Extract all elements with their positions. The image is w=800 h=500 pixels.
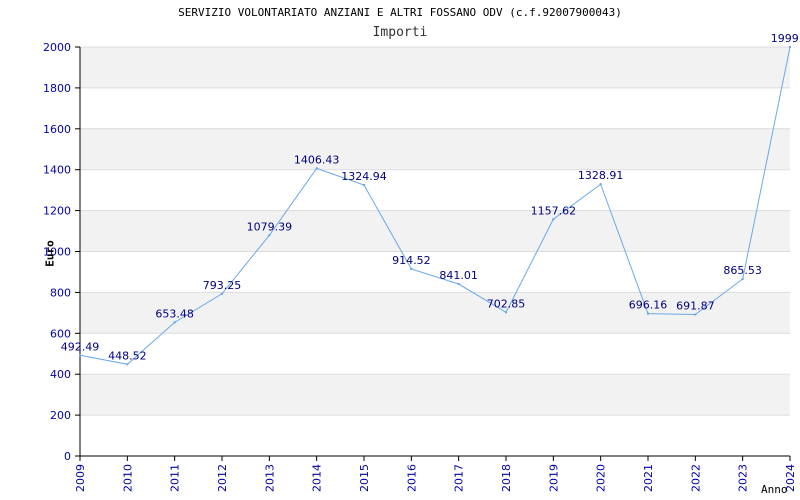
data-point [362,183,366,187]
data-point [315,167,318,170]
data-label: 1999.7 [771,32,800,45]
data-label: 1406.43 [294,153,340,166]
x-tick-label: 2015 [358,464,371,492]
data-point [126,363,129,366]
plot-band [80,210,790,252]
y-tick-label: 0 [64,450,71,463]
data-label: 1328.91 [578,169,624,182]
data-label: 1079.39 [247,220,293,233]
data-label: 492.49 [61,340,100,353]
y-tick-label: 1400 [43,164,71,177]
data-point [646,312,650,315]
x-tick-label: 2022 [689,464,702,492]
line-chart: 0200400600800100012001400160018002000 20… [43,32,800,492]
data-point [599,183,602,186]
x-tick-label: 2016 [405,464,418,492]
x-tick-label: 2009 [74,464,87,492]
x-tick-label: 2023 [737,464,750,492]
y-tick-label: 1600 [43,123,71,136]
y-tick-label: 400 [50,368,71,381]
y-tick-label: 800 [50,286,71,299]
data-point [78,354,82,357]
y-tick-label: 600 [50,327,71,340]
plot-bands [80,47,790,416]
data-point [268,234,271,237]
x-tick-label: 2017 [453,464,466,492]
x-tick-labels: 2009 2010 2011 2012 2013 2014 2015 2016 2017 2018… [74,464,797,492]
x-tick-label: 2011 [169,464,182,492]
x-tick-label: 2013 [263,464,276,492]
y-tick-label: 1200 [43,205,71,218]
x-tick-label: 2021 [642,464,655,492]
data-point [741,277,744,281]
x-tick-label: 2020 [595,464,608,492]
y-axis-label: Euro [43,240,57,267]
data-point [694,313,697,316]
y-tick-label: 200 [50,409,71,422]
data-label: 793.25 [203,279,242,292]
data-point [173,321,176,324]
plot-band [80,128,790,170]
data-point [457,282,460,286]
y-tick-label: 2000 [43,41,71,54]
x-tick-label: 2014 [311,464,324,492]
x-axis-label: Anno [761,483,788,496]
plot-band [80,47,790,88]
x-tick-label: 2012 [216,464,229,492]
x-tick-label: 2018 [500,464,513,492]
data-label: 653.48 [155,307,194,320]
data-label: 865.53 [723,264,762,277]
data-label: 696.16 [629,299,668,312]
data-label: 448.52 [108,349,147,362]
x-tick-label: 2010 [121,464,134,492]
data-point [220,292,224,295]
data-point [788,45,792,49]
data-label: 914.52 [392,254,431,267]
data-point [504,311,508,314]
data-label: 1324.94 [341,170,387,183]
data-point [552,218,555,221]
data-label: 702.85 [487,297,526,310]
chart-root: SERVIZIO VOLONTARIATO ANZIANI E ALTRI FO… [0,0,800,500]
data-label: 691.87 [676,300,715,313]
y-tick-label: 1800 [43,82,71,95]
data-point [410,267,413,271]
data-label: 1157.62 [531,204,577,217]
x-tick-label: 2019 [547,464,560,492]
data-label: 841.01 [439,269,478,282]
plot-band [80,374,790,416]
